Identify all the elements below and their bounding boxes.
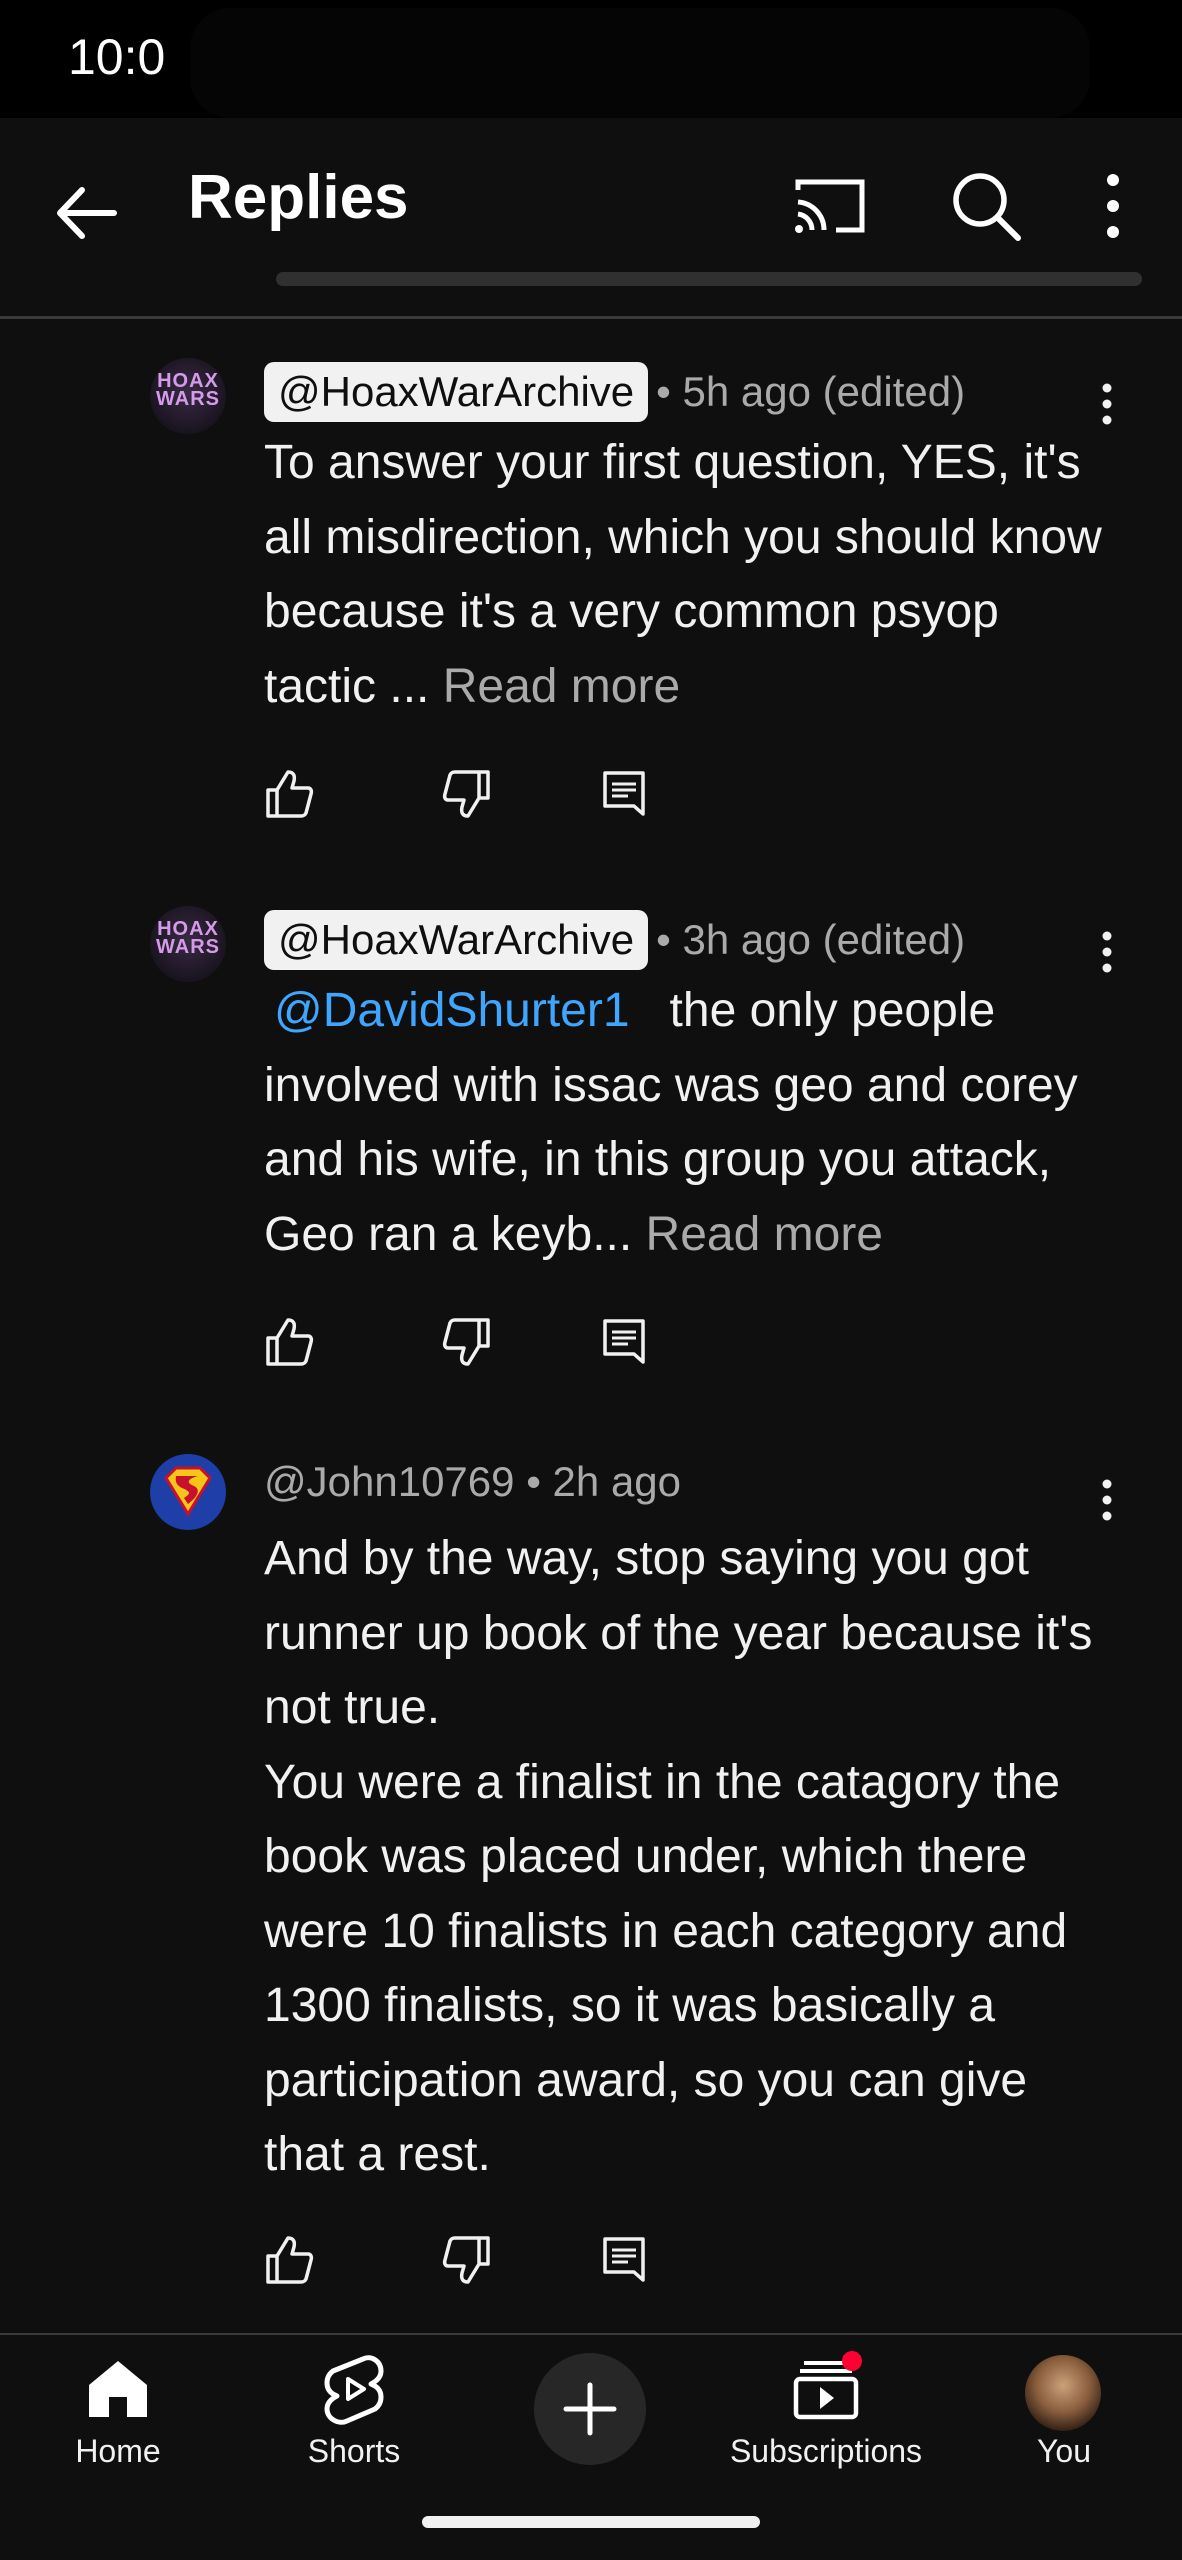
reply-button[interactable] xyxy=(600,768,650,820)
nav-label: Home xyxy=(75,2433,161,2469)
status-time: 10:0 xyxy=(68,29,166,85)
comment-body-text: To answer your first question, YES, it's… xyxy=(264,436,1102,713)
nav-label: You xyxy=(1037,2433,1091,2469)
plus-icon xyxy=(563,2382,617,2436)
comment-text: @DavidShurter1 the only people involved w… xyxy=(264,974,1104,1272)
comment-author[interactable]: @HoaxWarArchive xyxy=(264,910,649,970)
reply-comment-icon xyxy=(603,771,645,816)
status-bar: 10:0 xyxy=(0,0,1182,118)
dislike-button[interactable] xyxy=(442,1316,492,1368)
scroll-indicator xyxy=(276,272,1142,286)
dislike-button[interactable] xyxy=(442,2234,492,2286)
more-vert-icon xyxy=(1107,174,1119,238)
comment-text: And by the way, stop saying you got runn… xyxy=(264,1522,1104,2193)
reply-comment-icon xyxy=(603,2237,645,2282)
thumbs-down-icon xyxy=(442,1318,490,1366)
nav-label: Subscriptions xyxy=(729,2433,923,2469)
nav-home[interactable]: Home xyxy=(48,2333,188,2493)
thumbs-down-icon xyxy=(442,770,490,818)
avatar[interactable]: HOAX WARS xyxy=(150,358,226,434)
like-button[interactable] xyxy=(264,768,314,820)
more-vert-icon xyxy=(1102,383,1112,425)
more-vert-icon xyxy=(1102,1479,1112,1521)
shorts-icon xyxy=(324,2355,384,2425)
top-app-bar: Replies xyxy=(0,118,1182,319)
avatar[interactable] xyxy=(150,1454,226,1530)
comment-body-text: And by the way, stop saying you got runn… xyxy=(264,1532,1093,1734)
avatar[interactable] xyxy=(1025,2355,1101,2431)
thumbs-up-icon xyxy=(266,2236,314,2284)
thumbs-down-icon xyxy=(442,2236,490,2284)
back-button[interactable] xyxy=(52,158,122,268)
home-indicator[interactable] xyxy=(422,2516,760,2528)
dislike-button[interactable] xyxy=(442,768,492,820)
mention-link[interactable]: @DavidShurter1 xyxy=(274,984,630,1037)
comment-time: • 5h ago (edited) xyxy=(656,368,966,415)
comment-time: • 2h ago xyxy=(526,1458,682,1505)
create-button[interactable] xyxy=(534,2353,646,2465)
avatar-logo-text: HOAX WARS xyxy=(156,370,220,410)
avatar-logo-text: HOAX WARS xyxy=(156,918,220,958)
more-vert-icon xyxy=(1102,931,1112,973)
page-title: Replies xyxy=(188,163,409,232)
thumbs-up-icon xyxy=(266,770,314,818)
reply-button[interactable] xyxy=(600,1316,650,1368)
notification-dot xyxy=(842,2351,862,2371)
comment-time: • 3h ago (edited) xyxy=(656,916,966,963)
cast-button[interactable] xyxy=(790,168,870,248)
home-icon xyxy=(89,2361,147,2417)
comment-actions xyxy=(264,768,664,828)
cast-icon xyxy=(795,179,865,233)
search-button[interactable] xyxy=(946,166,1026,246)
comment-actions xyxy=(264,1316,664,1376)
nav-subscriptions[interactable]: Subscriptions xyxy=(726,2333,926,2493)
comment-body-text: You were a finalist in the catagory the … xyxy=(264,1755,1068,2182)
redacted-area xyxy=(190,8,1090,118)
nav-shorts[interactable]: Shorts xyxy=(284,2333,424,2493)
like-button[interactable] xyxy=(264,1316,314,1368)
comment-more-button[interactable] xyxy=(1092,374,1122,434)
search-icon xyxy=(953,173,1021,241)
arrow-left-icon xyxy=(57,187,117,239)
superman-logo-icon xyxy=(164,1466,212,1517)
reply-comment-icon xyxy=(603,1319,645,1364)
comment-text: To answer your first question, YES, it's… xyxy=(264,426,1104,724)
comment-author[interactable]: @John10769 xyxy=(264,1458,515,1505)
comment-actions xyxy=(264,2234,664,2294)
comment-meta: @John10769 • 2h ago xyxy=(264,1458,681,1506)
more-options-button[interactable] xyxy=(1090,166,1136,246)
thumbs-up-icon xyxy=(266,1318,314,1366)
reply-button[interactable] xyxy=(600,2234,650,2286)
comment-more-button[interactable] xyxy=(1092,1470,1122,1530)
header-divider xyxy=(0,316,1182,319)
nav-label: Shorts xyxy=(307,2433,401,2469)
read-more-link[interactable]: Read more xyxy=(646,1208,883,1261)
avatar[interactable]: HOAX WARS xyxy=(150,906,226,982)
comment-meta: @HoaxWarArchive • 3h ago (edited) xyxy=(264,910,965,970)
comment-more-button[interactable] xyxy=(1092,922,1122,982)
comment-meta: @HoaxWarArchive • 5h ago (edited) xyxy=(264,362,965,422)
like-button[interactable] xyxy=(264,2234,314,2286)
comment-author[interactable]: @HoaxWarArchive xyxy=(264,362,649,422)
read-more-link[interactable]: Read more xyxy=(443,660,680,713)
